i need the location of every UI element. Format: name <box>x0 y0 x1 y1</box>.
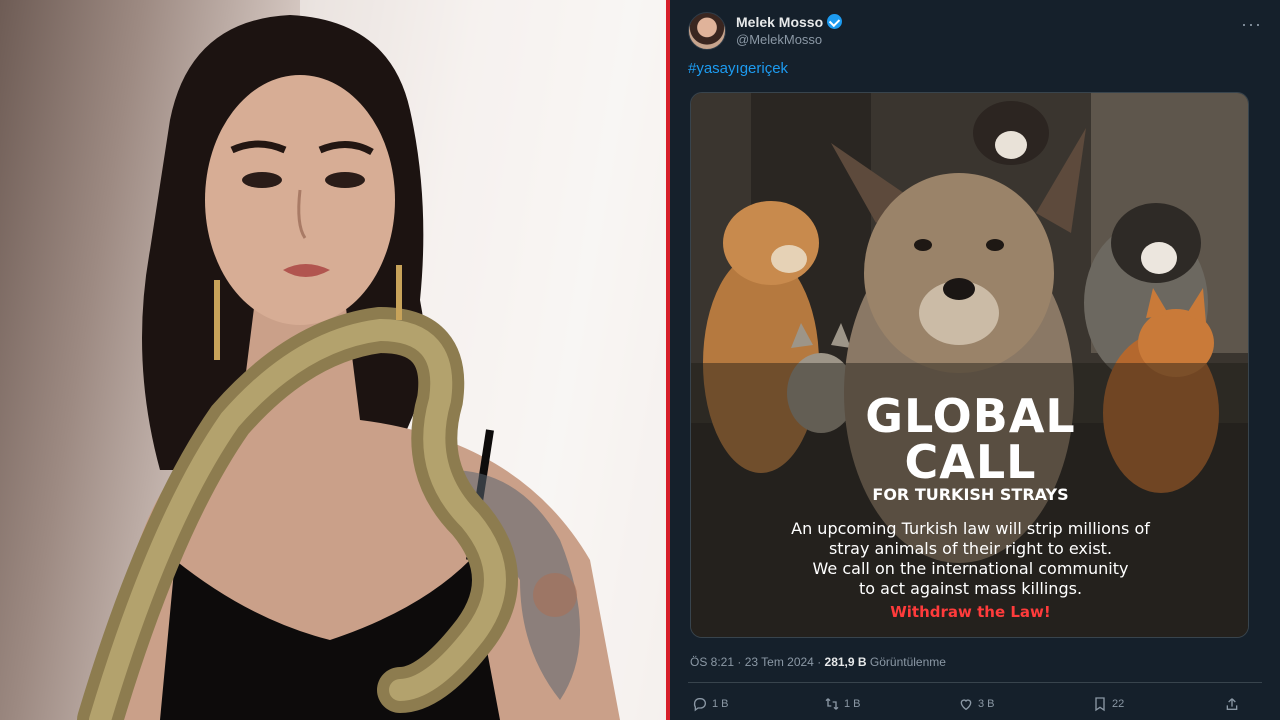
share-icon <box>1226 698 1238 710</box>
retweet-count: 1 B <box>844 698 861 710</box>
poster-title-line2: CALL <box>904 435 1037 489</box>
more-icon[interactable]: ··· <box>1241 14 1262 35</box>
tweet-timestamp[interactable]: ÖS 8:21 · 23 Tem 2024 · <box>690 655 821 669</box>
verified-badge-icon <box>827 14 843 29</box>
views-label: Görüntülenme <box>869 655 946 669</box>
poster-body-line: We call on the international community <box>812 559 1129 578</box>
like-button[interactable]: 3 B <box>958 696 995 712</box>
author-handle[interactable]: @MelekMosso <box>736 32 822 47</box>
tweet-meta: ÖS 8:21 · 23 Tem 2024 · 281,9 B Görüntül… <box>690 655 946 669</box>
bookmark-icon <box>1095 697 1105 712</box>
poster-body: An upcoming Turkish law will strip milli… <box>691 519 1248 599</box>
tweet-actions: 1 B 1 B 3 B 22 <box>670 696 1280 716</box>
portrait-photo <box>0 0 666 720</box>
retweet-icon <box>825 698 839 710</box>
author-name-text[interactable]: Melek Mosso <box>736 14 823 30</box>
share-button[interactable] <box>1224 696 1240 712</box>
poster-cta: Withdraw the Law! <box>890 603 1051 621</box>
poster-body-line: stray animals of their right to exist. <box>828 539 1113 558</box>
tweet-card: Melek Mosso @MelekMosso ··· #yasayıgeriç… <box>670 0 1280 720</box>
separator <box>688 682 1262 683</box>
avatar[interactable] <box>688 12 726 50</box>
poster-body-line: to act against mass killings. <box>858 579 1083 598</box>
reply-icon <box>693 698 706 712</box>
poster-subtitle: FOR TURKISH STRAYS <box>872 485 1069 504</box>
bookmark-button[interactable]: 22 <box>1092 696 1124 712</box>
tweet-header: Melek Mosso @MelekMosso ··· <box>688 10 1268 54</box>
retweet-button[interactable]: 1 B <box>824 696 861 712</box>
bookmark-count: 22 <box>1112 698 1125 710</box>
tweet-media-image[interactable]: GLOBAL CALL FOR TURKISH STRAYS An upcomi… <box>690 92 1249 638</box>
portrait-illustration <box>77 0 666 720</box>
views-count: 281,9 B <box>824 655 867 669</box>
hashtag-link[interactable]: #yasayıgeriçek <box>688 60 788 77</box>
reply-count: 1 B <box>712 698 729 710</box>
author-name[interactable]: Melek Mosso <box>736 14 843 30</box>
like-icon <box>960 699 972 711</box>
reply-button[interactable]: 1 B <box>692 696 729 712</box>
poster-body-line: An upcoming Turkish law will strip milli… <box>791 519 1150 538</box>
like-count: 3 B <box>978 698 995 710</box>
